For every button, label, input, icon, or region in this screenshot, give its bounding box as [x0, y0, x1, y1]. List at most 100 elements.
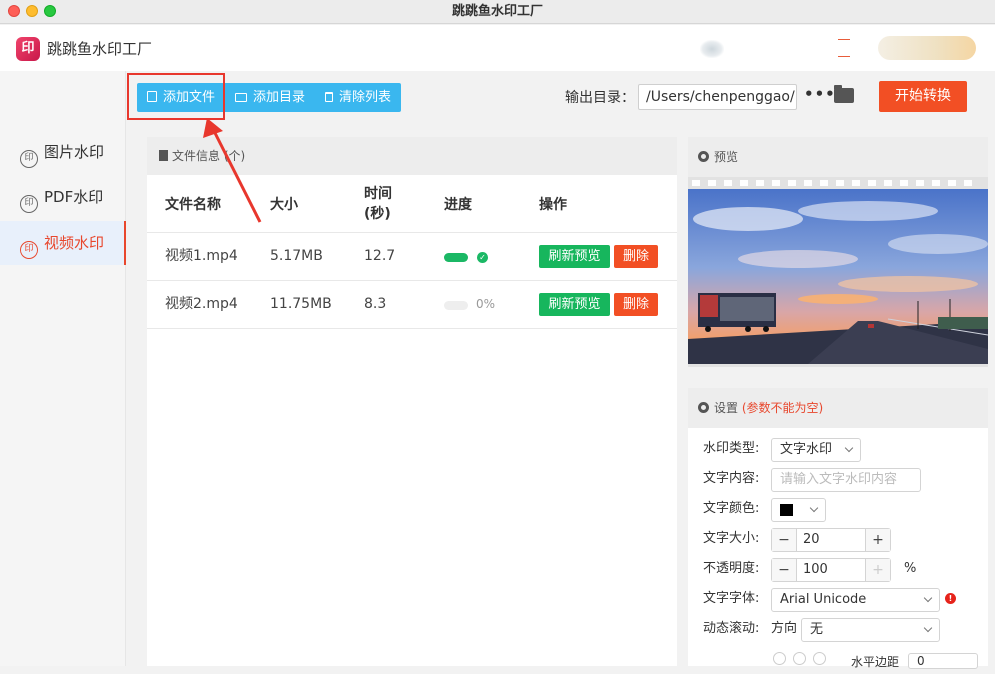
open-folder-icon[interactable] [834, 85, 854, 103]
file-size: 11.75MB [270, 296, 332, 312]
column-header-actions: 操作 [539, 197, 567, 213]
refresh-preview-button[interactable]: 刷新预览 [539, 245, 610, 268]
increment-button[interactable]: + [866, 529, 890, 551]
opacity-value[interactable]: 100 [796, 559, 866, 581]
folder-icon [235, 93, 248, 102]
annotation-highlight-box [127, 73, 225, 120]
text-color-label: 文字颜色: [703, 501, 760, 516]
alert-icon: ! [945, 593, 956, 604]
gear-icon [698, 151, 709, 162]
output-dir-label: 输出目录： [565, 90, 635, 106]
file-duration: 12.7 [364, 248, 396, 264]
column-header-size: 大小 [270, 197, 298, 213]
toolbar: 添加文件 添加目录 清除列表 [127, 71, 995, 127]
scroll-label: 动态滚动: [703, 621, 760, 636]
more-icon[interactable]: ••• [804, 85, 836, 103]
user-badge[interactable] [878, 36, 976, 60]
column-header-time: 时间 (秒) [364, 186, 392, 222]
app-name: 跳跳鱼水印工厂 [47, 40, 153, 58]
sidebar-item-video-watermark[interactable]: 印视频水印 [0, 221, 126, 265]
window-maximize-button[interactable] [44, 5, 56, 17]
text-size-stepper[interactable]: − 20 + [771, 528, 891, 552]
delete-button[interactable]: 删除 [614, 245, 658, 268]
text-content-label: 文字内容: [703, 471, 760, 486]
stamp-icon: 印 [20, 150, 38, 168]
refresh-preview-button[interactable]: 刷新预览 [539, 293, 610, 316]
header-divider [838, 39, 850, 40]
sidebar-item-label: PDF水印 [44, 188, 104, 206]
chevron-down-icon [809, 503, 819, 513]
font-label: 文字字体: [703, 591, 760, 606]
filmstrip-top [688, 177, 988, 189]
h-margin-input[interactable]: 0 [908, 653, 978, 669]
opacity-label: 不透明度: [703, 561, 760, 576]
sidebar: 印图片水印 印 PDF水印 印视频水印 [0, 71, 126, 666]
text-size-value[interactable]: 20 [796, 529, 866, 551]
app-header: 印 跳跳鱼水印工厂 [0, 25, 995, 71]
sidebar-item-image-watermark[interactable]: 印图片水印 [0, 130, 126, 174]
file-size: 5.17MB [270, 248, 323, 264]
text-color-picker[interactable] [771, 498, 826, 522]
file-duration: 8.3 [364, 296, 387, 312]
stamp-icon: 印 [20, 195, 38, 213]
delete-button[interactable]: 删除 [614, 293, 658, 316]
radio-option[interactable] [793, 652, 806, 665]
settings-title: 设置 [714, 401, 739, 415]
opacity-stepper[interactable]: − 100 + [771, 558, 891, 582]
column-header-name: 文件名称 [165, 197, 221, 213]
sidebar-item-label: 图片水印 [44, 143, 105, 161]
window-titlebar: 跳跳鱼水印工厂 [0, 0, 995, 24]
stamp-icon: 印 [20, 241, 38, 259]
decrement-button[interactable]: − [772, 559, 796, 581]
file-list-panel: 文件信息 (个) 文件名称 大小 时间 (秒) 进度 操作 视频1.mp4 5.… [147, 137, 677, 666]
clear-list-button[interactable]: 清除列表 [315, 83, 401, 112]
header-decoration [700, 40, 724, 58]
settings-warning: (参数不能为空) [741, 401, 824, 415]
document-icon [159, 150, 168, 161]
settings-panel: 设置 (参数不能为空) 水印类型: 文字水印 文字内容: 请输入文字水印内容 文… [688, 388, 988, 669]
output-dir-field[interactable]: /Users/chenpenggao/D [638, 84, 797, 110]
preview-header: 预览 [688, 137, 988, 177]
settings-header: 设置 (参数不能为空) [688, 388, 988, 428]
h-margin-label: 水平边距 [851, 655, 900, 669]
header-divider [838, 56, 850, 57]
direction-select[interactable]: 无 [801, 618, 940, 642]
window-minimize-button[interactable] [26, 5, 38, 17]
watermark-type-select[interactable]: 文字水印 [771, 438, 861, 462]
trash-icon [325, 92, 334, 102]
decrement-button[interactable]: − [772, 529, 796, 551]
progress-bar [444, 301, 468, 310]
window-close-button[interactable] [8, 5, 20, 17]
filmstrip-bottom [688, 364, 988, 367]
sidebar-item-label: 视频水印 [44, 234, 105, 252]
file-panel-title: 文件信息 (个) [172, 149, 246, 163]
start-convert-button[interactable]: 开始转换 [879, 81, 967, 112]
text-size-label: 文字大小: [703, 531, 760, 546]
font-select[interactable]: Arial Unicode [771, 588, 940, 612]
direction-label: 方向 [771, 621, 798, 636]
opacity-unit: % [904, 561, 917, 576]
preview-title: 预览 [714, 150, 739, 164]
increment-button[interactable]: + [866, 559, 890, 581]
color-swatch [780, 504, 793, 516]
table-header: 文件名称 大小 时间 (秒) 进度 操作 [147, 175, 677, 233]
file-name: 视频1.mp4 [165, 248, 238, 264]
radio-option[interactable] [773, 652, 786, 665]
app-logo-icon: 印 [16, 37, 40, 61]
watermark-type-label: 水印类型: [703, 441, 760, 456]
sidebar-item-pdf-watermark[interactable]: 印 PDF水印 [0, 175, 126, 219]
text-content-input[interactable]: 请输入文字水印内容 [771, 468, 921, 492]
chevron-down-icon [844, 443, 854, 453]
progress-bar [444, 253, 468, 262]
progress-percent: 0% [476, 297, 496, 311]
check-icon: ✓ [477, 252, 488, 263]
gear-icon [698, 402, 709, 413]
add-directory-button[interactable]: 添加目录 [225, 83, 315, 112]
table-row: 视频1.mp4 5.17MB 12.7 ✓ 刷新预览 删除 [147, 233, 677, 281]
radio-option[interactable] [813, 652, 826, 665]
table-row: 视频2.mp4 11.75MB 8.3 0% 刷新预览 删除 [147, 281, 677, 329]
chevron-down-icon [923, 623, 933, 633]
preview-panel: 预览 [688, 137, 988, 367]
chevron-down-icon [923, 593, 933, 603]
file-panel-header: 文件信息 (个) [147, 137, 677, 175]
